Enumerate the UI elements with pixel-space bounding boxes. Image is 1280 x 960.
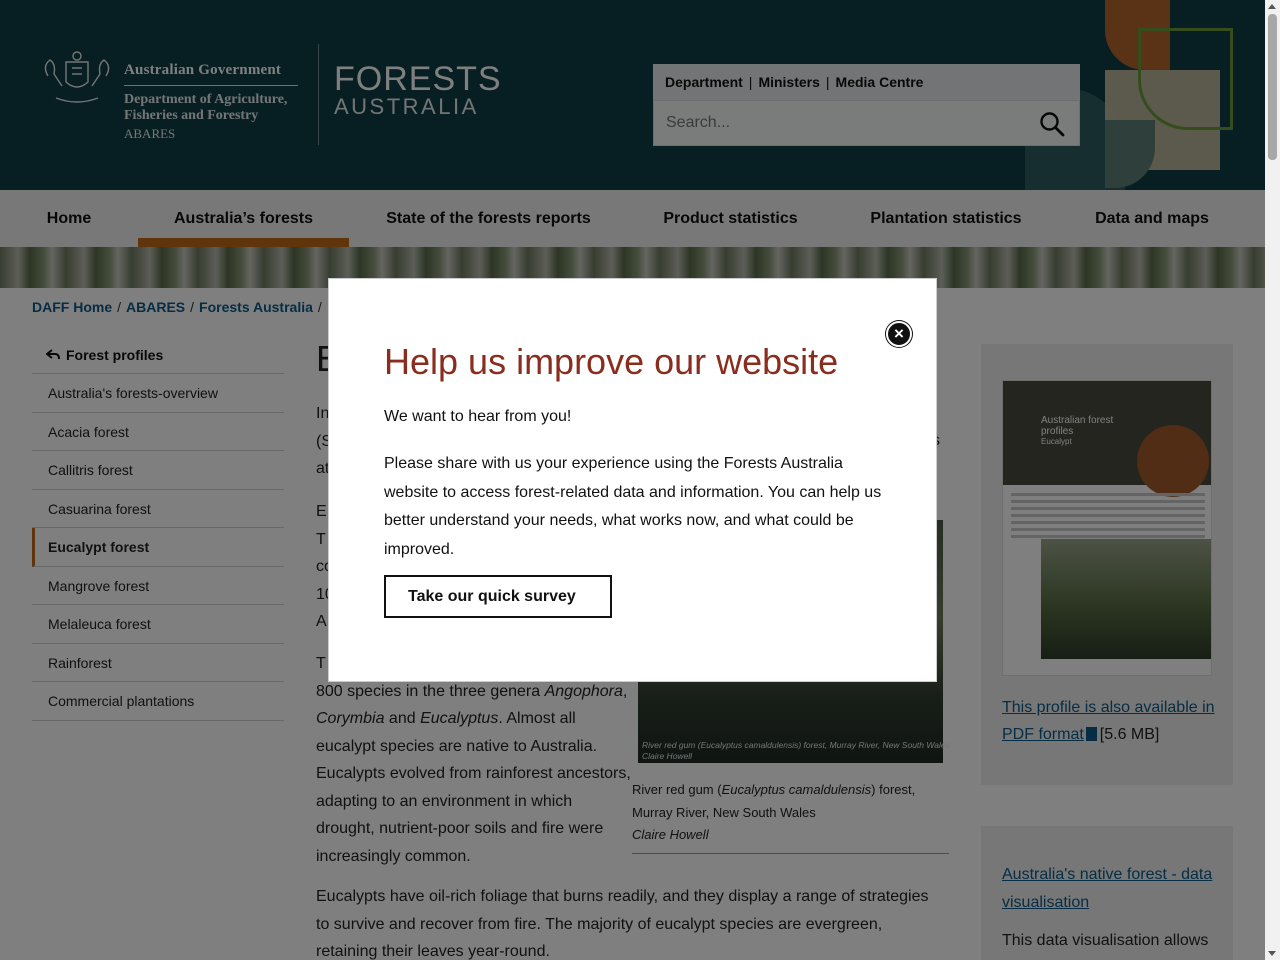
scrollbar-thumb[interactable] (1268, 14, 1277, 160)
modal-title: Help us improve our website (384, 341, 839, 382)
modal-body: Please share with us your experience usi… (384, 455, 882, 559)
survey-modal: × Help us improve our website We want to… (328, 278, 937, 682)
scroll-up-icon[interactable] (1268, 4, 1276, 9)
take-survey-button[interactable]: Take our quick survey (384, 575, 612, 618)
page-scrollbar[interactable] (1265, 0, 1280, 960)
close-icon[interactable]: × (886, 321, 912, 347)
scroll-down-icon[interactable] (1268, 951, 1276, 956)
modal-intro: We want to hear from you! (384, 408, 572, 425)
